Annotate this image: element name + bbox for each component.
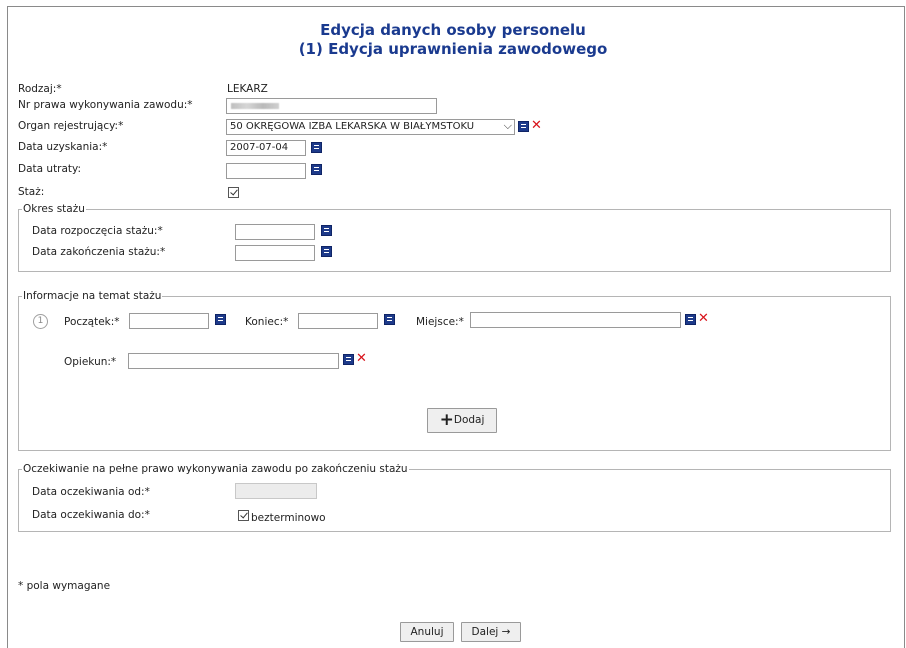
nr-prawa-label: Nr prawa wykonywania zawodu:* (18, 99, 193, 111)
dodaj-button[interactable]: +Dodaj (427, 408, 497, 433)
organ-select[interactable]: 50 OKRĘGOWA IZBA LEKARSKA W BIAŁYMSTOKU … (226, 119, 515, 135)
rodzaj-label: Rodzaj:* (18, 83, 62, 95)
bezterminowo-checkbox[interactable] (238, 510, 249, 521)
koniec-input[interactable] (298, 313, 378, 329)
staz-checkbox[interactable] (228, 187, 239, 198)
calendar-icon[interactable] (321, 246, 332, 257)
list-icon[interactable] (518, 121, 529, 132)
data-oczekiwania-od-label: Data oczekiwania od:* (32, 486, 150, 498)
data-zakonczenia-label: Data zakończenia stażu:* (32, 246, 166, 258)
bezterminowo-label: bezterminowo (251, 512, 326, 524)
dodaj-button-label: Dodaj (453, 414, 485, 426)
staz-label: Staż: (18, 186, 45, 198)
poczatek-input[interactable] (129, 313, 209, 329)
redacted-value (231, 103, 279, 109)
clear-icon[interactable]: ✕ (356, 352, 367, 365)
plus-icon: + (439, 410, 454, 430)
row-number-badge: 1 (33, 314, 48, 329)
data-rozpoczecia-label: Data rozpoczęcia stażu:* (32, 225, 163, 237)
clear-icon[interactable]: ✕ (531, 119, 542, 132)
calendar-icon[interactable] (311, 164, 322, 175)
data-uzyskania-input[interactable]: 2007-07-04 (226, 140, 306, 156)
page-title: Edycja danych osoby personelu (320, 21, 586, 39)
organ-label: Organ rejestrujący:* (18, 120, 124, 132)
dalej-button[interactable]: Dalej → (461, 622, 521, 642)
data-utraty-input[interactable] (226, 163, 306, 179)
calendar-icon[interactable] (311, 142, 322, 153)
data-utraty-label: Data utraty: (18, 163, 82, 175)
oczekiwanie-legend: Oczekiwanie na pełne prawo wykonywania z… (22, 463, 409, 475)
calendar-icon[interactable] (321, 225, 332, 236)
okres-stazu-legend: Okres stażu (22, 203, 86, 215)
anuluj-button[interactable]: Anuluj (400, 622, 454, 642)
opiekun-input[interactable] (128, 353, 339, 369)
required-note: * pola wymagane (18, 580, 111, 592)
data-rozpoczecia-input[interactable] (235, 224, 315, 240)
rodzaj-value: LEKARZ (227, 83, 268, 95)
clear-icon[interactable]: ✕ (698, 312, 709, 325)
informacje-legend: Informacje na temat stażu (22, 290, 163, 302)
list-icon[interactable] (685, 314, 696, 325)
poczatek-label: Początek:* (64, 316, 120, 328)
chevron-down-icon: ⌵ (503, 119, 512, 132)
miejsce-label: Miejsce:* (416, 316, 464, 328)
organ-selected-value: 50 OKRĘGOWA IZBA LEKARSKA W BIAŁYMSTOKU (230, 121, 475, 132)
oczekiwanie-fieldset (18, 469, 891, 532)
opiekun-label: Opiekun:* (64, 356, 117, 368)
nr-prawa-input[interactable] (226, 98, 437, 114)
okres-stazu-fieldset (18, 209, 891, 272)
data-oczekiwania-do-label: Data oczekiwania do:* (32, 509, 150, 521)
miejsce-input[interactable] (470, 312, 681, 328)
data-zakonczenia-input[interactable] (235, 245, 315, 261)
data-oczekiwania-od-input (235, 483, 317, 499)
data-uzyskania-label: Data uzyskania:* (18, 141, 108, 153)
calendar-icon[interactable] (384, 314, 395, 325)
koniec-label: Koniec:* (245, 316, 289, 328)
calendar-icon[interactable] (215, 314, 226, 325)
page-subtitle: (1) Edycja uprawnienia zawodowego (298, 40, 608, 58)
list-icon[interactable] (343, 354, 354, 365)
